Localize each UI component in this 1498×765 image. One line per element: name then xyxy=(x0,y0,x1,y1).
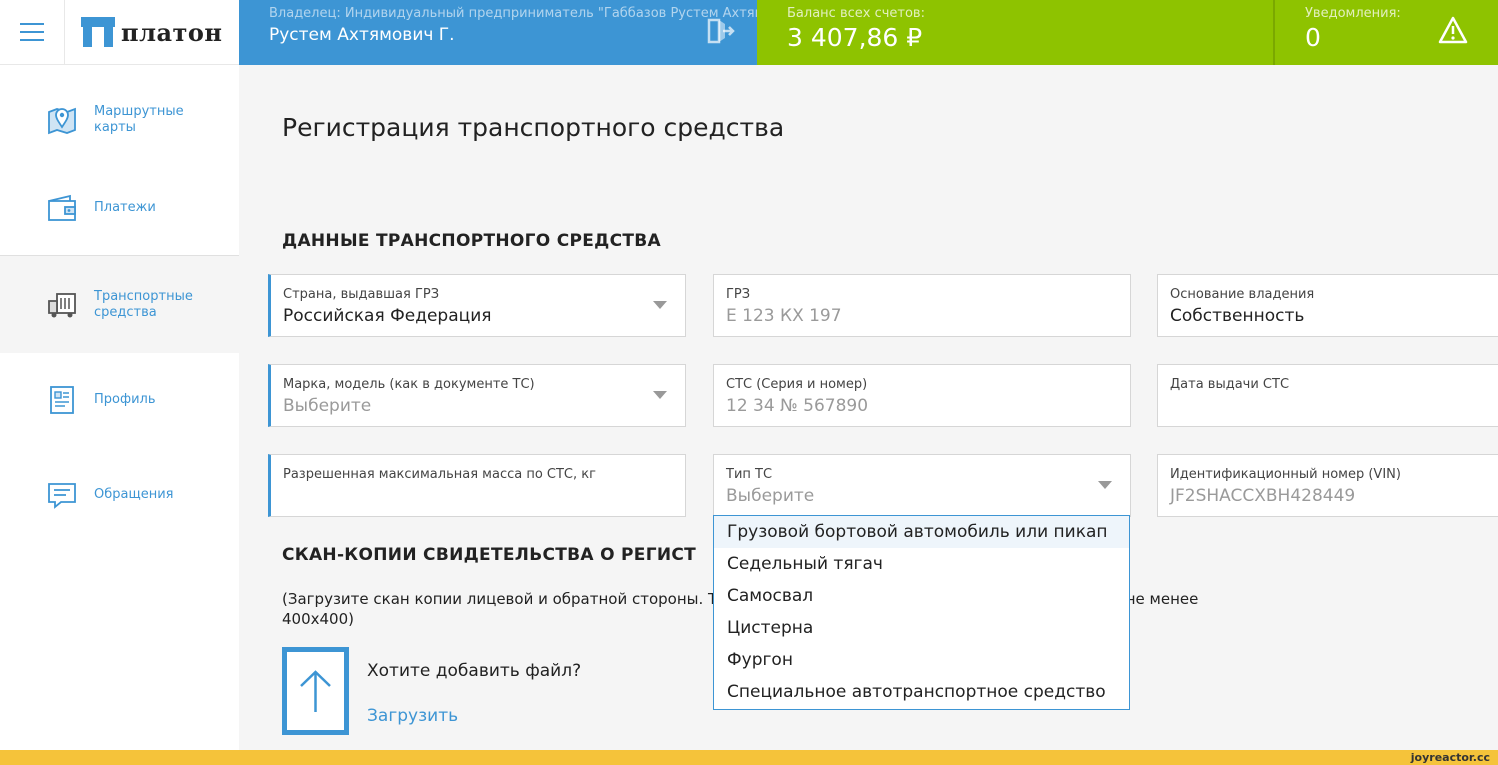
field-value: Российская Федерация xyxy=(283,306,492,326)
field-label: Разрешенная максимальная масса по СТС, к… xyxy=(283,467,596,482)
chevron-down-icon xyxy=(1098,481,1112,489)
page-title: Регистрация транспортного средства xyxy=(282,113,785,142)
dropdown-option[interactable]: Цистерна xyxy=(714,612,1129,644)
sidebar-item-appeals[interactable]: Обращения xyxy=(0,460,239,530)
sidebar-item-label: Платежи xyxy=(94,200,156,215)
country-select[interactable]: Страна, выдавшая ГРЗ Российская Федераци… xyxy=(268,274,686,337)
owner-panel[interactable]: Владелец: Индивидуальный предприниматель… xyxy=(239,0,757,65)
truck-icon xyxy=(48,292,76,317)
grz-input[interactable]: ГРЗ Е 123 КХ 197 xyxy=(713,274,1131,337)
balance-label: Баланс всех счетов: xyxy=(787,6,925,21)
field-placeholder: Выберите xyxy=(283,396,372,416)
model-select[interactable]: Марка, модель (как в документе ТС) Выбер… xyxy=(268,364,686,427)
map-pin-icon xyxy=(48,107,76,135)
field-label: Дата выдачи СТС xyxy=(1170,377,1290,392)
owner-label: Владелец: Индивидуальный предприниматель… xyxy=(269,6,757,21)
field-placeholder: JF2SHACCXBH428449 xyxy=(1170,486,1356,506)
sidebar-item-label: Маршрутные карты xyxy=(94,104,184,135)
owner-name: Рустем Ахтямович Г. xyxy=(269,25,455,45)
field-placeholder: 12 34 № 567890 xyxy=(726,396,869,416)
balance-panel[interactable]: Баланс всех счетов: 3 407,86 ₽ xyxy=(757,0,1275,65)
dropdown-option[interactable]: Специальное автотранспортное средство xyxy=(714,676,1129,708)
logo-gate-icon xyxy=(81,17,115,47)
field-label: Идентификационный номер (VIN) xyxy=(1170,467,1401,482)
sts-input[interactable]: СТС (Серия и номер) 12 34 № 567890 xyxy=(713,364,1131,427)
wallet-icon xyxy=(48,194,76,221)
sidebar-item-vehicles[interactable]: Транспортные средства xyxy=(0,256,239,353)
menu-button[interactable] xyxy=(0,0,65,65)
arrow-up-icon xyxy=(300,670,331,712)
vin-input[interactable]: Идентификационный номер (VIN) JF2SHACCXB… xyxy=(1157,454,1498,517)
upload-dropzone[interactable] xyxy=(282,647,349,735)
sidebar-item-route-maps[interactable]: Маршрутные карты xyxy=(0,85,239,155)
dropdown-option[interactable]: Седельный тягач xyxy=(714,548,1129,580)
hamburger-icon xyxy=(20,23,44,41)
sidebar: Маршрутные карты Платежи Транспортные ср… xyxy=(0,65,239,750)
field-label: СТС (Серия и номер) xyxy=(726,377,868,392)
top-header: платон Владелец: Индивидуальный предприн… xyxy=(0,0,1498,65)
chevron-down-icon xyxy=(653,391,667,399)
logo[interactable]: платон xyxy=(65,0,239,65)
field-value: Собственность xyxy=(1170,306,1305,326)
sidebar-item-payments[interactable]: Платежи xyxy=(0,173,239,243)
field-label: Тип ТС xyxy=(726,467,773,482)
field-label: Страна, выдавшая ГРЗ xyxy=(283,287,440,302)
footer-bar xyxy=(0,750,1498,765)
section-title-vehicle-data: ДАННЫЕ ТРАНСПОРТНОГО СРЕДСТВА xyxy=(282,231,662,251)
dropdown-option[interactable]: Фургон xyxy=(714,644,1129,676)
sts-date-input[interactable]: Дата выдачи СТС xyxy=(1157,364,1498,427)
chat-icon xyxy=(48,483,76,509)
vehicle-type-dropdown: Грузовой бортовой автомобиль или пикап С… xyxy=(713,515,1130,710)
field-label: ГРЗ xyxy=(726,287,751,302)
watermark: joyreactor.cc xyxy=(1410,751,1490,764)
sidebar-item-label: Профиль xyxy=(94,392,156,407)
main-content: Регистрация транспортного средства ДАННЫ… xyxy=(239,65,1498,750)
profile-doc-icon xyxy=(50,386,74,414)
logo-text: платон xyxy=(121,17,223,47)
dropdown-option[interactable]: Самосвал xyxy=(714,580,1129,612)
chevron-down-icon xyxy=(653,301,667,309)
sidebar-item-label: Транспортные средства xyxy=(94,288,193,320)
warning-icon xyxy=(1438,16,1468,44)
section-title-scan: СКАН-КОПИИ СВИДЕТЕЛЬСТВА О РЕГИСТ xyxy=(282,545,697,565)
logout-icon[interactable] xyxy=(705,16,735,46)
sidebar-item-profile[interactable]: Профиль xyxy=(0,365,239,435)
dropdown-option[interactable]: Грузовой бортовой автомобиль или пикап xyxy=(714,516,1129,548)
vehicle-type-select[interactable]: Тип ТС Выберите xyxy=(713,454,1131,517)
field-placeholder: Выберите xyxy=(726,486,815,506)
balance-value: 3 407,86 ₽ xyxy=(787,23,923,52)
upload-link[interactable]: Загрузить xyxy=(367,706,458,726)
ownership-select[interactable]: Основание владения Собственность xyxy=(1157,274,1498,337)
field-label: Основание владения xyxy=(1170,287,1315,302)
field-placeholder: Е 123 КХ 197 xyxy=(726,306,842,326)
max-mass-input[interactable]: Разрешенная максимальная масса по СТС, к… xyxy=(268,454,686,517)
notifications-panel[interactable]: Уведомления: 0 xyxy=(1275,0,1498,65)
upload-question: Хотите добавить файл? xyxy=(367,661,582,681)
sidebar-item-label: Обращения xyxy=(94,487,174,502)
field-label: Марка, модель (как в документе ТС) xyxy=(283,377,535,392)
